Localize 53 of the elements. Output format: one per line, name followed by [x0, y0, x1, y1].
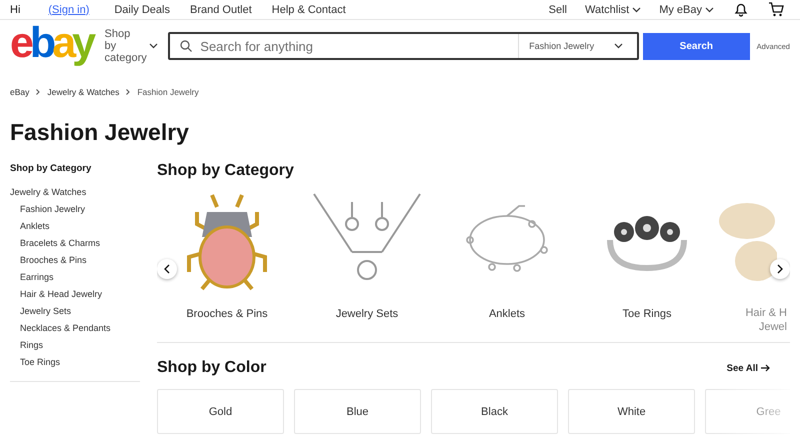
arrow-right-icon [761, 364, 770, 372]
ebay-logo[interactable]: ebay [10, 20, 105, 66]
chevron-right-icon [126, 89, 130, 95]
chevron-right-icon [777, 264, 783, 274]
sidebar-item[interactable]: Anklets [10, 218, 140, 235]
nav-link[interactable]: My eBay [659, 4, 714, 16]
nav-link[interactable]: Daily Deals [114, 4, 170, 16]
color-option[interactable]: White [568, 389, 695, 434]
chevron-right-icon [36, 89, 40, 95]
category-label[interactable]: Anklets [457, 307, 557, 321]
nav-link[interactable]: Help & Contact [272, 4, 346, 16]
category-label[interactable]: Hair & H Jewel [735, 306, 787, 334]
previous-button[interactable] [157, 259, 177, 279]
sign-in-link[interactable]: (Sign in) [48, 4, 90, 16]
sidebar-item[interactable]: Jewelry Sets [10, 303, 140, 320]
sidebar-item[interactable]: Bracelets & Charms [10, 235, 140, 252]
chevron-down-icon [614, 43, 624, 49]
sidebar-title: Shop by Category [10, 163, 92, 174]
sidebar-item[interactable]: Fashion Jewelry [10, 201, 140, 218]
breadcrumb-link[interactable]: eBay [10, 87, 30, 97]
greeting-text: Hi [10, 4, 20, 16]
category-label[interactable]: Toe Rings [597, 307, 697, 321]
cart-icon[interactable] [768, 2, 784, 17]
chevron-down-icon [148, 43, 158, 49]
sidebar-item[interactable]: Brooches & Pins [10, 252, 140, 269]
page-title: Fashion Jewelry [10, 118, 190, 146]
sidebar-item[interactable]: Toe Rings [10, 354, 140, 371]
sidebar-item[interactable]: Necklaces & Pendants [10, 320, 140, 337]
nav-link[interactable]: Brand Outlet [190, 4, 252, 16]
section-heading: Shop by Category [157, 161, 295, 181]
category-label[interactable]: Brooches & Pins [177, 307, 277, 321]
search-icon [180, 40, 192, 52]
category-dropdown[interactable]: Fashion Jewelry [518, 34, 638, 58]
next-button[interactable] [770, 259, 790, 279]
sidebar-item[interactable]: Hair & Head Jewelry [10, 286, 140, 303]
shop-by-category-button[interactable]: Shop by category [104, 28, 160, 64]
sidebar-item[interactable]: Rings [10, 337, 140, 354]
nav-link[interactable]: Sell [548, 4, 567, 16]
color-option[interactable]: Black [431, 389, 558, 434]
breadcrumb-link[interactable]: Jewelry & Watches [47, 87, 120, 97]
section-heading: Shop by Color [157, 358, 266, 378]
sidebar-item[interactable]: Earrings [10, 269, 140, 286]
color-option[interactable]: Blue [294, 389, 421, 434]
chevron-left-icon [164, 264, 170, 274]
search-button[interactable]: Search [643, 32, 750, 60]
breadcrumb-link[interactable]: Fashion Jewelry [137, 87, 199, 97]
sidebar-item[interactable]: Jewelry & Watches [10, 184, 140, 201]
category-label[interactable]: Jewelry Sets [317, 307, 417, 321]
see-all-link[interactable]: See All [726, 362, 770, 374]
bell-icon[interactable] [734, 2, 748, 17]
search-field[interactable]: Search for anything Fashion Jewelry [168, 32, 640, 60]
nav-link[interactable]: Watchlist [584, 4, 642, 16]
color-option[interactable]: Gold [157, 389, 284, 434]
